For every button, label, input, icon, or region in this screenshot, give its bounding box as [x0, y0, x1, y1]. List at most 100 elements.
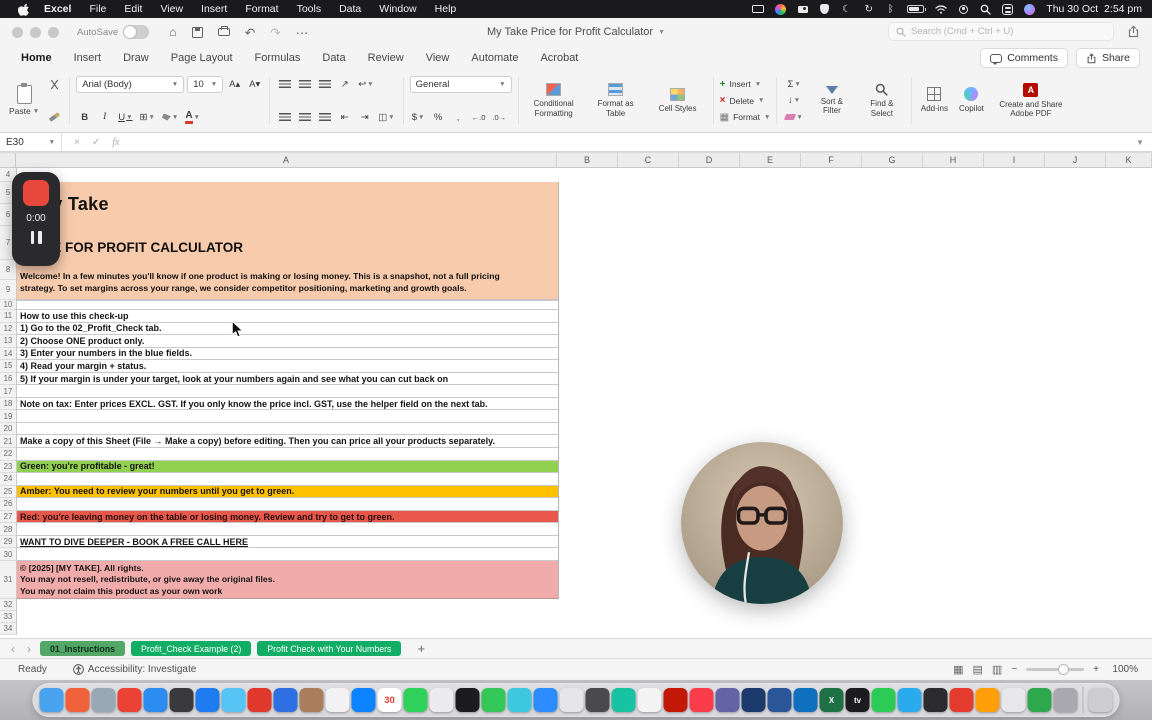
copilot-button[interactable]: Copilot [956, 75, 987, 126]
user-icon[interactable] [958, 4, 969, 14]
add-ins-button[interactable]: Add-ins [918, 75, 951, 126]
underline-button[interactable]: U ▼ [116, 109, 134, 125]
format-as-table-button[interactable]: Format as Table [587, 75, 645, 126]
screen-mirroring-icon[interactable] [752, 5, 765, 13]
sheet-row-12[interactable]: 1) Go to the 02_Profit_Check tab. [17, 322, 558, 336]
row-header-30[interactable]: 30 [0, 548, 16, 561]
row-header-25[interactable]: 25 [0, 486, 16, 499]
dock-app-royalblue-icon[interactable] [273, 688, 298, 712]
sheet-row-16[interactable]: 5) If your margin is under your target, … [17, 372, 558, 386]
row-header-31[interactable]: 31 [0, 561, 16, 599]
ribbon-tab-page-layout[interactable]: Page Layout [160, 49, 244, 67]
menu-tools[interactable]: Tools [288, 3, 331, 15]
decrease-indent-button[interactable]: ⇤ [336, 109, 353, 125]
insert-function-icon[interactable]: fx [112, 137, 119, 148]
page-break-view-icon[interactable]: ▥ [992, 663, 1002, 676]
sheet-row-18[interactable]: Note on tax: Enter prices EXCL. GST. If … [17, 397, 558, 411]
dock-app-teal-icon[interactable] [611, 688, 636, 712]
sheet-row-29[interactable]: WANT TO DIVE DEEPER - BOOK A FREE CALL H… [17, 535, 558, 549]
dock-apple-tv-icon[interactable]: tv [845, 688, 870, 712]
row-header-34[interactable]: 34 [0, 623, 16, 635]
sheet-tab-profit-check-with-your-numbers[interactable]: Profit Check with Your Numbers [257, 641, 402, 656]
ribbon-tab-insert[interactable]: Insert [63, 49, 113, 67]
italic-button[interactable]: I [96, 109, 113, 125]
dock-app-crimson-icon[interactable] [689, 688, 714, 712]
increase-font-size-button[interactable]: A▴ [226, 77, 243, 93]
dock-app-slate-icon[interactable] [91, 688, 116, 712]
row-header-10[interactable]: 10 [0, 300, 16, 310]
dock-app-cyan-icon[interactable] [507, 688, 532, 712]
sort-filter-button[interactable]: Sort & Filter [809, 75, 855, 126]
close-window-icon[interactable] [12, 26, 23, 38]
currency-format-button[interactable]: $ ▼ [410, 109, 427, 125]
menu-bar-clock[interactable]: Thu 30 Oct 2:54 pm [1046, 3, 1142, 15]
dock-app-word-blue-icon[interactable] [767, 688, 792, 712]
column-header-H[interactable]: H [923, 153, 984, 167]
row-header-16[interactable]: 16 [0, 373, 16, 386]
ribbon-tab-view[interactable]: View [415, 49, 461, 67]
menu-data[interactable]: Data [330, 3, 370, 15]
dock-app-compass-blue-icon[interactable] [143, 688, 168, 712]
previous-sheet-icon[interactable]: ‹ [8, 642, 18, 656]
sheet-row-21[interactable]: Make a copy of this Sheet (File → Make a… [17, 435, 558, 449]
ribbon-tab-formulas[interactable]: Formulas [244, 49, 312, 67]
dock-app-blue-icon[interactable] [195, 688, 220, 712]
column-header-A[interactable]: A [16, 153, 557, 167]
increase-decimal-button[interactable]: ←.0 [470, 109, 488, 125]
row-header-32[interactable]: 32 [0, 599, 16, 611]
control-center-icon[interactable] [1002, 3, 1014, 15]
dock-app-green-icon[interactable] [403, 688, 428, 712]
row-header-27[interactable]: 27 [0, 511, 16, 524]
font-name-select[interactable]: Arial (Body) ▼ [76, 76, 185, 93]
row-header-26[interactable]: 26 [0, 498, 16, 511]
screen-recorder-widget[interactable]: 0:00 [12, 172, 60, 266]
sheet-tab-profit-check-example-2[interactable]: Profit_Check Example (2) [131, 641, 252, 656]
row-header-20[interactable]: 20 [0, 423, 16, 436]
dock-app-red-icon[interactable] [247, 688, 272, 712]
decrease-font-size-button[interactable]: A▾ [246, 77, 263, 93]
fill-button[interactable]: ↓ ▼ [783, 93, 804, 109]
sheet-row-30[interactable] [17, 548, 558, 561]
dock-app-charcoal-icon[interactable] [585, 688, 610, 712]
sheet-row-15[interactable]: 4) Read your margin + status. [17, 360, 558, 373]
formula-bar-expand-icon[interactable]: ▼ [1136, 138, 1152, 147]
share-button[interactable]: Share [1075, 48, 1140, 68]
dock-app-outlook-blue-icon[interactable] [793, 688, 818, 712]
sync-icon[interactable]: ↻ [863, 4, 874, 15]
font-size-select[interactable]: 10 ▼ [187, 76, 224, 93]
orientation-button[interactable]: ↗ [336, 76, 353, 92]
dock-app-green-2-icon[interactable] [481, 688, 506, 712]
zoom-slider[interactable] [1026, 664, 1085, 675]
zoom-out-button[interactable]: − [1011, 664, 1017, 675]
align-center-button[interactable] [296, 109, 313, 125]
align-left-button[interactable] [276, 109, 293, 125]
sheet-row-27[interactable]: Red: you're leaving money on the table o… [17, 510, 558, 524]
share-screen-icon[interactable] [1127, 25, 1140, 43]
camera-icon[interactable] [797, 5, 808, 13]
row-header-23[interactable]: 23 [0, 461, 16, 474]
number-format-select[interactable]: General ▼ [409, 76, 512, 93]
dock-app-brown-icon[interactable] [299, 688, 324, 712]
bluetooth-icon[interactable]: ᛒ [885, 4, 896, 15]
column-header-C[interactable]: C [618, 153, 679, 167]
dock-app-orange-red-icon[interactable] [65, 688, 90, 712]
next-sheet-icon[interactable]: › [24, 642, 34, 656]
align-top-button[interactable] [276, 76, 293, 92]
pause-recording-button[interactable] [30, 231, 42, 244]
add-sheet-button[interactable]: + [417, 641, 425, 656]
dock-trash-icon[interactable] [1088, 688, 1113, 712]
home-icon[interactable]: ⌂ [169, 25, 177, 39]
ribbon-tab-data[interactable]: Data [311, 49, 356, 67]
menu-help[interactable]: Help [426, 3, 466, 15]
sheet-row-13[interactable]: 2) Choose ONE product only. [17, 335, 558, 348]
autosum-button[interactable]: Σ ▼ [783, 76, 804, 92]
comments-button[interactable]: Comments [980, 48, 1068, 68]
dock-app-multicolor-icon[interactable] [117, 688, 142, 712]
row-header-13[interactable]: 13 [0, 335, 16, 348]
dock-app-black-icon[interactable] [455, 688, 480, 712]
dock-calendar-icon[interactable]: 30 [377, 688, 402, 712]
borders-button[interactable]: ⊞ ▼ [138, 109, 157, 125]
row-header-8[interactable]: 8 [0, 260, 16, 280]
align-right-button[interactable] [316, 109, 333, 125]
dock-app-green-3-icon[interactable] [871, 688, 896, 712]
